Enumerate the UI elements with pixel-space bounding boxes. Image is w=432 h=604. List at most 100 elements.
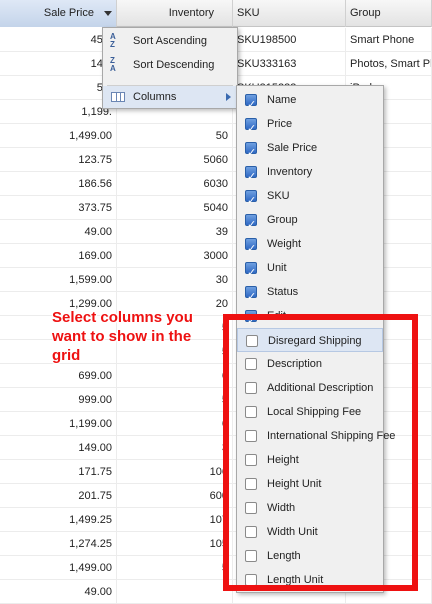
sale-price-cell: 56. [0, 76, 117, 100]
column-toggle-disregard-shipping[interactable]: Disregard Shipping [237, 328, 383, 352]
sort-ascending-item[interactable]: AZ Sort Ascending [103, 30, 237, 52]
inventory-cell: 107 [117, 508, 233, 532]
inventory-cell: 30 [117, 268, 233, 292]
column-checkbox[interactable] [246, 335, 258, 347]
column-checkbox[interactable] [245, 261, 257, 285]
sale-price-cell: 186.56 [0, 172, 117, 196]
inventory-cell: 6030 [117, 172, 233, 196]
inventory-cell: 39 [117, 220, 233, 244]
column-toggle-international-shipping-fee[interactable]: International Shipping Fee [237, 424, 395, 448]
inventory-cell: 5060 [117, 148, 233, 172]
column-label: SKU [267, 190, 290, 202]
inventory-cell: 5 [117, 556, 233, 580]
sort-descending-item[interactable]: ZA Sort Descending [103, 54, 237, 76]
column-toggle-name[interactable]: Name [237, 88, 383, 117]
sort-ascending-icon: AZ [110, 32, 116, 49]
sale-price-cell: 1,599.00 [0, 268, 117, 292]
sort-descending-label: Sort Descending [133, 59, 215, 71]
header-sku-label: SKU [237, 7, 260, 19]
column-checkbox[interactable] [245, 406, 257, 418]
column-toggle-group[interactable]: Group [237, 208, 383, 237]
column-toggle-length-unit[interactable]: Length Unit [237, 568, 383, 592]
column-label: Height Unit [267, 478, 322, 490]
inventory-cell [117, 580, 233, 604]
column-label: Length Unit [267, 574, 324, 586]
chevron-down-icon[interactable] [104, 11, 112, 16]
column-checkbox[interactable] [245, 285, 257, 309]
column-label: Width Unit [267, 526, 318, 538]
column-label: Additional Description [267, 382, 374, 394]
column-label: Description [267, 358, 323, 370]
column-toggle-inventory[interactable]: Inventory [237, 160, 383, 189]
group-cell: Photos, Smart Pl [346, 52, 432, 76]
column-toggle-height[interactable]: Height [237, 448, 383, 472]
column-toggle-status[interactable]: Status [237, 280, 383, 309]
column-checkbox[interactable] [245, 502, 257, 514]
column-checkbox[interactable] [245, 141, 257, 165]
group-cell: Smart Phone [346, 28, 432, 52]
sale-price-cell: 169.00 [0, 244, 117, 268]
column-label: Unit [267, 262, 287, 274]
header-inventory-label: Inventory [168, 7, 214, 19]
sort-ascending-label: Sort Ascending [133, 35, 207, 47]
column-toggle-edit[interactable]: Edit [237, 304, 383, 333]
column-toggle-weight[interactable]: Weight [237, 232, 383, 261]
column-label: International Shipping Fee [267, 430, 396, 442]
columns-submenu: Name Price Sale Price Inventory SKU Group Weig… [236, 85, 395, 593]
column-toggle-length[interactable]: Length [237, 544, 383, 568]
column-toggle-sale-price[interactable]: Sale Price [237, 136, 383, 165]
inventory-cell: 5040 [117, 196, 233, 220]
column-toggle-width[interactable]: Width [237, 496, 383, 520]
column-checkbox[interactable] [245, 574, 257, 586]
header-sku[interactable]: SKU [233, 0, 346, 27]
inventory-cell: 3 [117, 436, 233, 460]
inventory-cell: 600 [117, 484, 233, 508]
inventory-cell: 106 [117, 460, 233, 484]
column-toggle-height-unit[interactable]: Height Unit [237, 472, 383, 496]
sale-price-cell: 49.00 [0, 580, 117, 604]
column-checkbox[interactable] [245, 213, 257, 237]
column-toggle-unit[interactable]: Unit [237, 256, 383, 285]
sale-price-cell: 1,499.00 [0, 556, 117, 580]
header-sale-price[interactable]: Sale Price [0, 0, 117, 27]
sale-price-cell: 1,199. [0, 100, 117, 124]
sale-price-cell: 123.75 [0, 148, 117, 172]
sale-price-cell: 149.00 [0, 436, 117, 460]
sale-price-cell: 149. [0, 52, 117, 76]
column-toggle-width-unit[interactable]: Width Unit [237, 520, 383, 544]
column-checkbox[interactable] [245, 430, 257, 442]
column-checkbox[interactable] [245, 478, 257, 490]
column-checkbox[interactable] [245, 117, 257, 141]
header-sale-price-label: Sale Price [43, 7, 94, 19]
sale-price-cell: 1,499.00 [0, 124, 117, 148]
header-group[interactable]: Group [346, 0, 432, 27]
sku-cell: SKU333163 [233, 52, 346, 76]
sort-descending-icon: ZA [110, 56, 116, 73]
column-checkbox[interactable] [245, 237, 257, 261]
column-checkbox[interactable] [245, 309, 257, 333]
sale-price-cell: 171.75 [0, 460, 117, 484]
column-checkbox[interactable] [245, 526, 257, 538]
grid-header: Sale Price Inventory SKU Group [0, 0, 432, 27]
columns-icon [111, 92, 125, 102]
column-header-menu: AZ Sort Ascending ZA Sort Descending Col… [102, 27, 238, 109]
column-checkbox[interactable] [245, 165, 257, 189]
column-checkbox[interactable] [245, 93, 257, 117]
column-toggle-local-shipping-fee[interactable]: Local Shipping Fee [237, 400, 383, 424]
column-checkbox[interactable] [245, 358, 257, 370]
header-inventory[interactable]: Inventory [117, 0, 233, 27]
column-toggle-price[interactable]: Price [237, 112, 383, 141]
column-toggle-additional-description[interactable]: Additional Description [237, 376, 383, 400]
sale-price-cell: 1,199.00 [0, 412, 117, 436]
column-checkbox[interactable] [245, 189, 257, 213]
inventory-cell: 6 [117, 412, 233, 436]
columns-item[interactable]: Columns [103, 86, 237, 108]
column-toggle-description[interactable]: Description [237, 352, 383, 376]
column-toggle-sku[interactable]: SKU [237, 184, 383, 213]
sale-price-cell: 1,499.25 [0, 508, 117, 532]
column-checkbox[interactable] [245, 382, 257, 394]
sku-cell: SKU198500 [233, 28, 346, 52]
inventory-cell: 6 [117, 364, 233, 388]
column-checkbox[interactable] [245, 454, 257, 466]
column-checkbox[interactable] [245, 550, 257, 562]
